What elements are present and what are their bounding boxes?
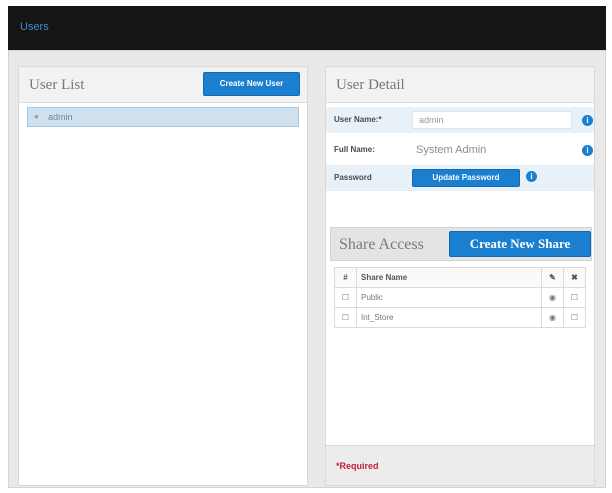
edit-radio[interactable]: ◉ <box>541 307 564 328</box>
user-detail-header: User Detail <box>326 67 594 103</box>
share-table: # Share Name ✎ ✖ ☐ Public ◉ ☐ ☐ Int_Stor… <box>334 267 586 328</box>
edit-radio[interactable]: ◉ <box>541 287 564 308</box>
fullname-row: Full Name: System Admin i <box>326 137 594 163</box>
delete-checkbox[interactable]: ☐ <box>563 287 586 308</box>
table-row: ☐ Int_Store ◉ ☐ <box>334 307 586 328</box>
column-header-share-name: Share Name <box>356 267 542 288</box>
row-checkbox[interactable]: ☐ <box>334 287 357 308</box>
table-row: ☐ Public ◉ ☐ <box>334 287 586 308</box>
share-access-title: Share Access <box>339 236 424 253</box>
delete-checkbox[interactable]: ☐ <box>563 307 586 328</box>
required-note: *Required <box>336 461 379 471</box>
top-bar: Users <box>8 6 606 50</box>
share-name-cell: Int_Store <box>356 307 542 328</box>
password-row: Password Update Password i <box>326 165 594 191</box>
create-new-share-button[interactable]: Create New Share <box>449 231 591 257</box>
user-detail-panel: User Detail User Name:* admin i Full Nam… <box>325 66 595 486</box>
info-icon[interactable]: i <box>526 171 537 182</box>
share-access-header: Share Access Create New Share <box>330 227 592 261</box>
create-new-user-button[interactable]: Create New User <box>203 72 300 96</box>
cross-icon: ✖ <box>563 267 586 288</box>
column-header-check: # <box>334 267 357 288</box>
info-icon[interactable]: i <box>582 145 593 156</box>
user-detail-title: User Detail <box>336 77 405 93</box>
username-field[interactable]: admin <box>412 111 572 129</box>
pencil-icon: ✎ <box>541 267 564 288</box>
user-icon: ● <box>34 112 39 121</box>
detail-footer: *Required <box>326 445 594 485</box>
username-row: User Name:* admin i <box>326 107 594 133</box>
user-list-title: User List <box>29 77 85 93</box>
info-icon[interactable]: i <box>582 115 593 126</box>
fullname-field[interactable]: System Admin <box>416 144 486 156</box>
table-header-row: # Share Name ✎ ✖ <box>334 267 586 288</box>
user-list-item[interactable]: ● admin <box>27 107 299 127</box>
password-label: Password <box>334 173 372 182</box>
update-password-button[interactable]: Update Password <box>412 169 520 187</box>
username-label: User Name:* <box>334 115 382 124</box>
row-checkbox[interactable]: ☐ <box>334 307 357 328</box>
fullname-label: Full Name: <box>334 145 375 154</box>
user-list-panel: User List Create New User ● admin <box>18 66 308 486</box>
share-name-cell: Public <box>356 287 542 308</box>
app-title[interactable]: Users <box>20 21 49 33</box>
user-list-header: User List Create New User <box>19 67 307 103</box>
user-list-item-label: admin <box>48 112 73 122</box>
